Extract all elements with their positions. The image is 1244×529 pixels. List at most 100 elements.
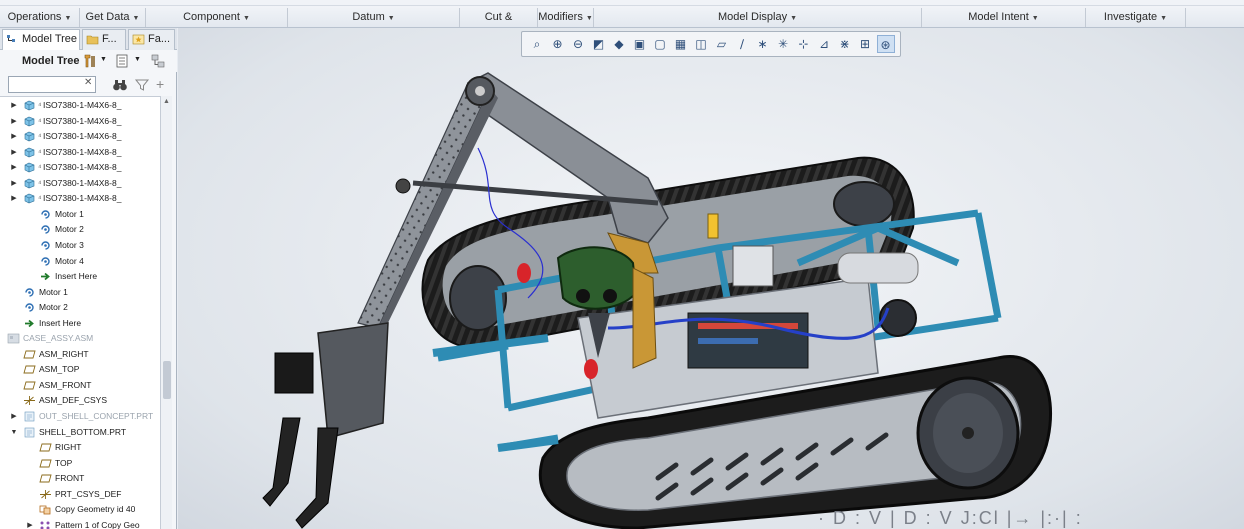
expand-icon[interactable]: ▶ xyxy=(26,518,34,529)
ribbon-group-operations[interactable]: Operations ▼ xyxy=(0,8,80,27)
tree-search-row: ✕ + xyxy=(0,74,177,96)
link-icon: ⁴ xyxy=(38,163,42,173)
tree-row[interactable]: Motor 1 xyxy=(0,207,160,223)
part-file-icon xyxy=(24,411,35,422)
filter-icon[interactable] xyxy=(134,77,150,93)
favorites-icon xyxy=(132,34,145,44)
datum-plane-icon xyxy=(39,459,52,468)
ribbon-group-get-data[interactable]: Get Data ▼ xyxy=(80,8,146,27)
chevron-down-icon[interactable]: ▼ xyxy=(100,56,107,63)
expand-icon[interactable]: ▶ xyxy=(10,160,18,176)
tree-row[interactable]: ▼ SHELL_BOTTOM.PRT xyxy=(0,425,160,441)
link-icon: ⁴ xyxy=(38,116,42,126)
ribbon-group-label: Get Data xyxy=(85,11,130,23)
navigator-tabs: Model Tree F... Fa... xyxy=(0,28,177,51)
tree-row-label: ISO7380-1-M4X8-8_ xyxy=(43,193,122,204)
collapse-icon[interactable]: ▼ xyxy=(10,425,18,441)
tree-row[interactable]: RIGHT xyxy=(0,440,160,456)
ribbon-group-model-display[interactable]: Model Display ▼ xyxy=(594,8,922,27)
ribbon-group-datum[interactable]: Datum ▼ xyxy=(288,8,460,27)
scroll-up-icon[interactable]: ▲ xyxy=(163,98,170,105)
tree-row[interactable]: Motor 2 xyxy=(0,222,160,238)
tree-row[interactable]: ▶ ⁴ ISO7380-1-M4X8-8_ xyxy=(0,160,160,176)
tree-row[interactable]: Insert Here xyxy=(0,316,160,332)
ribbon-group-model-intent[interactable]: Model Intent ▼ xyxy=(922,8,1086,27)
ribbon-group-investigate[interactable]: Investigate ▼ xyxy=(1086,8,1186,27)
tree-row-label: Motor 1 xyxy=(55,208,84,219)
motor-icon xyxy=(41,256,50,266)
part-icon xyxy=(24,147,35,157)
tree-row-label: Motor 2 xyxy=(39,302,68,313)
tree-row[interactable]: ▶ ⁴ ISO7380-1-M4X8-8_ xyxy=(0,145,160,161)
tree-row-label: ASM_TOP xyxy=(39,364,80,375)
tab-favorites[interactable]: Fa... xyxy=(128,29,175,50)
expand-icon[interactable]: ▶ xyxy=(10,114,18,130)
tree-search-input[interactable] xyxy=(8,76,96,93)
tree-row[interactable]: Copy Geometry id 40 xyxy=(0,502,160,518)
expand-icon[interactable]: ▶ xyxy=(10,191,18,207)
model-tree-title: Model Tree xyxy=(22,55,80,67)
part-icon xyxy=(24,178,35,189)
tab-label: Fa... xyxy=(148,33,171,45)
tree-row[interactable]: Motor 4 xyxy=(0,254,160,270)
ribbon-group-cut-surface[interactable]: Cut & Surface▼ xyxy=(460,8,538,42)
expand-icon[interactable]: ▶ xyxy=(10,176,18,192)
tree-row[interactable]: ASM_RIGHT xyxy=(0,347,160,363)
tab-model-tree[interactable]: Model Tree xyxy=(2,29,80,51)
ribbon-group-label: Model Intent xyxy=(968,11,1029,23)
tree-row-label: Copy Geometry id 40 xyxy=(55,504,136,515)
tree-settings-icon[interactable] xyxy=(82,53,98,69)
clear-icon[interactable]: ✕ xyxy=(84,77,92,88)
tree-row[interactable]: Motor 3 xyxy=(0,238,160,254)
binoculars-icon[interactable] xyxy=(112,77,128,93)
ribbon-group-label: Operations xyxy=(7,11,62,23)
tree-row[interactable]: ▶ ⁴ ISO7380-1-M4X8-8_ xyxy=(0,191,160,207)
tree-row[interactable]: Motor 2 xyxy=(0,300,160,316)
expand-icon[interactable]: ▶ xyxy=(10,129,18,145)
tree-row[interactable]: ▶ OUT_SHELL_CONCEPT.PRT xyxy=(0,409,160,425)
watermark-text: · D : V | D : V J:Cl |→ |:·| : xyxy=(818,508,1083,528)
tree-row[interactable]: ▶ ⁴ ISO7380-1-M4X6-8_ xyxy=(0,129,160,145)
tree-row[interactable]: FRONT xyxy=(0,471,160,487)
tree-row[interactable]: ▶ Pattern 1 of Copy Geo xyxy=(0,518,160,529)
add-column-icon[interactable]: + xyxy=(156,76,164,92)
tree-row[interactable]: ASM_TOP xyxy=(0,362,160,378)
tree-row[interactable]: Motor 1 xyxy=(0,285,160,301)
tree-row[interactable]: ASM_FRONT xyxy=(0,378,160,394)
part-icon xyxy=(24,116,35,126)
ribbon-top-strip xyxy=(0,0,1244,6)
tree-filters-icon[interactable] xyxy=(150,53,166,69)
tree-row[interactable]: PRT_CSYS_DEF xyxy=(0,487,160,503)
graphics-window[interactable]: ⌕ ⊕ ⊖ ◩ ◆ ▣ ▢ ▦ ◫ ▱ ∕ ∗ ✳ ⊹ ⊿ ⋇ ⊞ ⊛ · D … xyxy=(178,28,1244,529)
datum-plane-icon xyxy=(39,474,52,483)
navigator-panel: Model Tree F... Fa... Model Tree ▼ ▼ ✕ +… xyxy=(0,28,177,529)
tree-scrollbar[interactable]: ▲ xyxy=(160,96,172,529)
tree-row[interactable]: ▶ ⁴ ISO7380-1-M4X6-8_ xyxy=(0,98,160,114)
tree-row[interactable]: TOP xyxy=(0,456,160,472)
tree-row[interactable]: ▶ ⁴ ISO7380-1-M4X6-8_ xyxy=(0,114,160,130)
ribbon-group-component[interactable]: Component ▼ xyxy=(146,8,288,27)
tree-row-label: RIGHT xyxy=(55,442,82,453)
tree-row[interactable]: ▼ CASE_ASSY.ASM xyxy=(0,331,160,347)
tree-row[interactable]: ASM_DEF_CSYS xyxy=(0,393,160,409)
expand-icon[interactable]: ▶ xyxy=(10,145,18,161)
ribbon-group-modifiers[interactable]: Modifiers ▼ xyxy=(538,8,594,27)
part-icon xyxy=(24,162,35,173)
part-icon xyxy=(24,100,35,111)
collapse-icon[interactable]: ▼ xyxy=(0,331,2,347)
expand-icon[interactable]: ▶ xyxy=(10,409,18,425)
tree-row[interactable]: ▶ ⁴ ISO7380-1-M4X8-8_ xyxy=(0,176,160,192)
caret-down-icon: ▼ xyxy=(1031,15,1039,22)
tree-row[interactable]: Insert Here xyxy=(0,269,160,285)
model-tree-icon xyxy=(7,34,15,42)
caret-down-icon: ▼ xyxy=(132,15,140,22)
tree-row-label: ISO7380-1-M4X8-8_ xyxy=(43,177,122,188)
tab-folder-browser[interactable]: F... xyxy=(82,29,126,50)
scrollbar-thumb[interactable] xyxy=(163,361,171,399)
expand-icon[interactable]: ▶ xyxy=(10,98,18,114)
show-icon[interactable] xyxy=(114,53,130,69)
chevron-down-icon[interactable]: ▼ xyxy=(134,56,141,63)
datum-plane-icon xyxy=(23,365,36,374)
part-icon xyxy=(24,193,35,204)
model-tree-header: Model Tree ▼ ▼ xyxy=(0,50,177,72)
